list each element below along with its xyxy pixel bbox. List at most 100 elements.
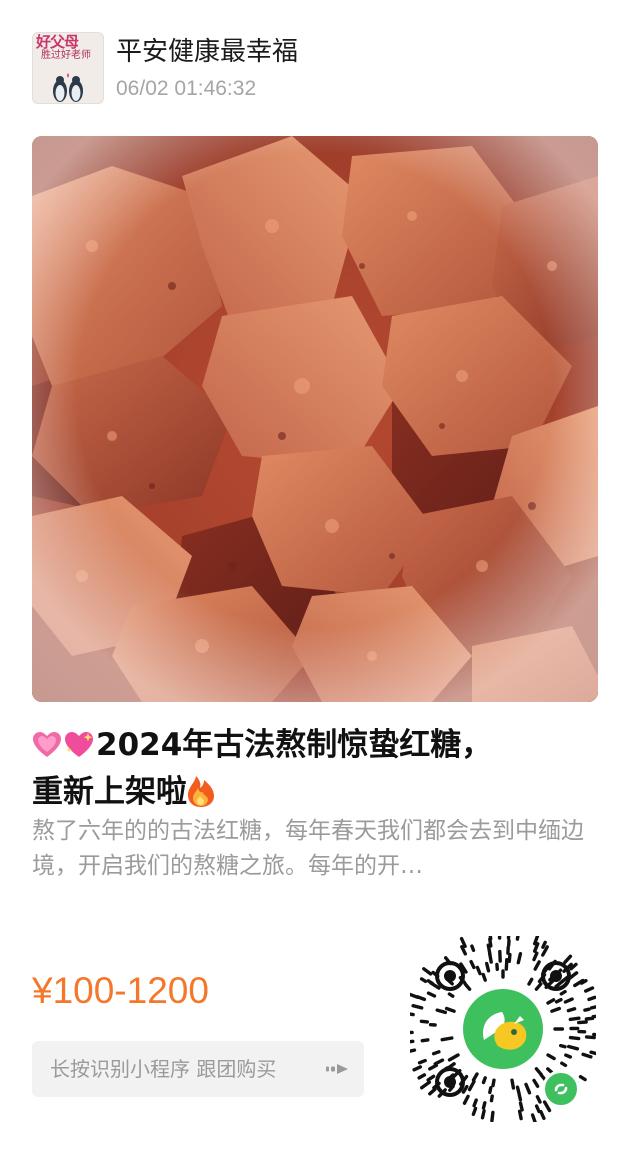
qr-module <box>489 1094 494 1103</box>
qr-module <box>589 1050 601 1056</box>
qr-module <box>435 1008 447 1015</box>
qr-module <box>563 997 574 1004</box>
qr-module <box>462 1094 470 1105</box>
qr-module <box>469 959 476 970</box>
qr-module <box>554 997 563 1004</box>
share-card: 好父母 胜过好老师 平安健康最幸福 06/02 01:46:32 2024年古法… <box>0 0 630 1156</box>
shop-name: 平安健康最幸福 <box>116 37 299 67</box>
product-title-line1: 2024年古法熬制惊蛰红糖， <box>96 727 493 763</box>
qr-module <box>591 1014 602 1019</box>
qr-module <box>515 1085 521 1096</box>
qr-module <box>433 1058 445 1066</box>
qr-module <box>422 967 433 976</box>
qr-module <box>444 1006 456 1013</box>
penguins-image <box>53 73 83 102</box>
qr-module <box>490 1110 495 1123</box>
qr-module <box>428 1087 437 1096</box>
sparkling-heart-icon <box>64 726 94 757</box>
product-title-line2: 重新上架啦 <box>32 774 187 810</box>
qr-module <box>568 1016 581 1022</box>
qr-module <box>583 1007 591 1012</box>
qr-module <box>404 1039 415 1044</box>
qr-module <box>475 965 482 976</box>
qr-module <box>534 982 543 991</box>
qr-module <box>408 992 420 999</box>
qr-module <box>546 998 556 1005</box>
shop-avatar[interactable]: 好父母 胜过好老师 <box>32 32 104 104</box>
mini-program-qr-code[interactable] <box>401 928 602 1126</box>
product-title: 2024年古法熬制惊蛰红糖， 重新上架啦 <box>32 722 598 816</box>
qr-module <box>419 1080 431 1090</box>
qr-module <box>417 1058 427 1065</box>
qr-module <box>447 1053 460 1062</box>
qr-module <box>426 1074 436 1082</box>
qr-module <box>566 1044 580 1051</box>
qr-module <box>419 1019 429 1024</box>
qr-module <box>563 954 573 964</box>
qr-module <box>488 1085 493 1095</box>
qr-module <box>405 1011 415 1017</box>
post-time: 06/02 01:46:32 <box>116 77 257 100</box>
qr-module <box>541 940 547 949</box>
avatar-subtitle: 胜过好老师 <box>41 50 91 61</box>
qr-module <box>579 978 588 985</box>
qr-module <box>472 1098 478 1108</box>
qr-module <box>560 1061 568 1068</box>
qr-module <box>584 1035 596 1040</box>
qr-module <box>532 1078 540 1089</box>
qr-module <box>534 1104 541 1114</box>
qr-module <box>587 995 597 1002</box>
growing-heart-icon <box>32 726 62 757</box>
qr-module <box>470 944 476 953</box>
brown-sugar-image <box>32 136 598 702</box>
qr-module <box>488 930 493 941</box>
qr-module <box>518 1101 524 1112</box>
qr-module <box>516 952 523 965</box>
qr-module <box>535 1095 542 1104</box>
qr-module <box>532 951 539 962</box>
qr-module <box>407 1048 417 1054</box>
qr-module <box>530 1113 538 1126</box>
qr-module <box>581 1052 593 1059</box>
product-photo[interactable] <box>32 136 598 702</box>
qr-finder-dot <box>444 970 456 982</box>
qr-module <box>417 1073 427 1080</box>
qr-finder-dot <box>550 970 562 982</box>
qr-module <box>568 1035 581 1041</box>
qr-module <box>584 1016 595 1021</box>
qr-module <box>447 992 455 998</box>
qr-module <box>480 1109 486 1120</box>
qr-module <box>428 1063 438 1071</box>
qr-module <box>504 958 509 971</box>
qr-module <box>539 1109 546 1121</box>
mini-program-link-icon <box>542 1070 580 1108</box>
qr-module <box>481 1076 487 1085</box>
qr-module <box>550 1006 562 1013</box>
qr-module <box>412 1065 423 1072</box>
qr-module <box>467 1079 476 1092</box>
qr-module <box>527 977 534 986</box>
qr-module <box>546 1053 556 1061</box>
forward-arrow-icon <box>326 1060 350 1078</box>
qr-module <box>517 1109 523 1121</box>
qr-module <box>576 1020 588 1025</box>
qr-module <box>533 960 541 971</box>
qr-module <box>507 952 512 963</box>
buy-hint-button[interactable]: 长按识别小程序 跟团购买 <box>32 1041 364 1097</box>
qr-module <box>491 1078 496 1088</box>
qr-module <box>583 986 595 993</box>
buy-hint-label: 长按识别小程序 跟团购买 <box>50 1057 277 1081</box>
qr-module <box>558 1043 567 1049</box>
qr-module <box>420 1038 430 1043</box>
qr-module <box>426 991 437 998</box>
qr-module <box>481 972 487 982</box>
qr-module <box>481 1101 487 1110</box>
qr-module <box>484 961 491 973</box>
qr-module <box>517 1093 523 1102</box>
price: ¥100-1200 <box>32 970 209 1011</box>
qr-module <box>426 979 435 986</box>
qr-module <box>524 1082 532 1095</box>
avatar-title: 好父母 <box>36 33 79 51</box>
qr-module <box>431 1050 441 1056</box>
qr-module <box>515 928 521 941</box>
